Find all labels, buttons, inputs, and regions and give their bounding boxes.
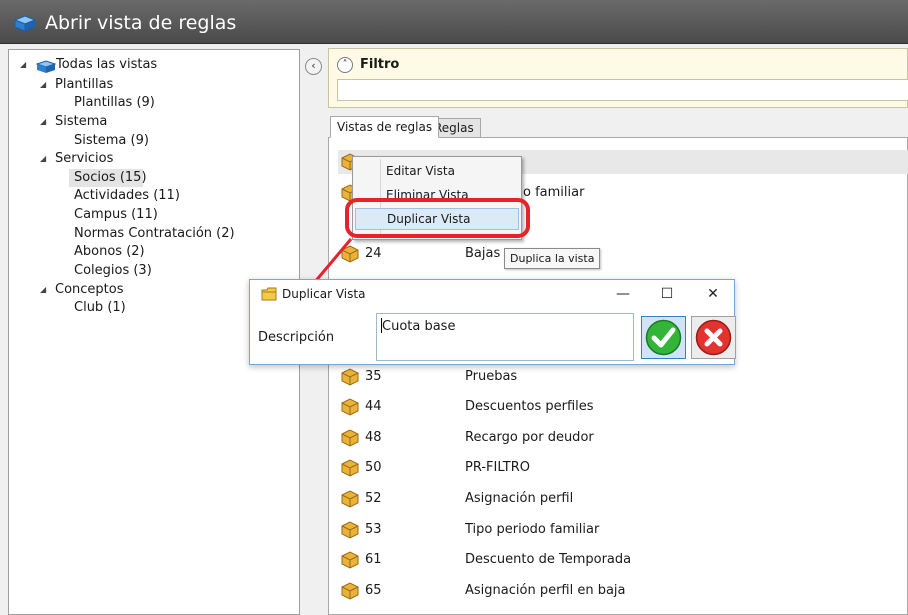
tooltip: Duplica la vista [504,248,601,269]
package-icon [341,582,359,600]
tree-item-label: Abonos (2) [74,244,145,259]
tree-group-label: Servicios [55,151,114,166]
row-name: Tipo periodo familiar [465,522,600,537]
row-id: 48 [365,430,382,445]
list-item[interactable]: 53 Tipo periodo familiar [338,518,908,542]
tree-group-sistema[interactable]: ◢ Sistema [9,113,299,131]
package-icon [341,429,359,447]
row-name: Bajas [465,246,501,261]
row-id: 52 [365,491,382,506]
expand-arrow-icon[interactable]: ◢ [40,150,46,168]
tree-group-label: Sistema [55,114,108,129]
row-id: 61 [365,552,382,567]
expand-arrow-icon[interactable]: ◢ [40,113,46,131]
list-item[interactable]: 50 PR-FILTRO [338,456,908,480]
row-name: o familiar [523,185,585,200]
row-name: Pruebas [465,369,518,384]
cube-stack-icon [14,15,36,31]
collapse-panel-button[interactable]: ‹ [305,58,322,75]
tree-item-label: Club (1) [74,300,126,315]
tree-item-label: Normas Contratación (2) [74,226,235,241]
tab-vistas-de-reglas[interactable]: Vistas de reglas [330,116,440,138]
list-item[interactable]: 61 Descuento de Temporada [338,548,908,572]
expand-arrow-icon[interactable]: ◢ [40,281,46,299]
cancel-icon [695,319,732,356]
package-icon [341,398,359,416]
annotation-highlight [345,198,530,238]
tree-item-label: Campus (11) [74,207,158,222]
filter-panel: ˄ Filtro [328,48,908,108]
row-id: 24 [365,246,382,261]
dialog-title: Duplicar Vista [282,287,366,301]
row-name: Descuentos perfiles [465,399,594,414]
list-item[interactable]: 48 Recargo por deudor [338,426,908,450]
close-button[interactable]: ✕ [700,283,726,305]
filter-label: Filtro [360,57,400,72]
check-icon [645,319,682,356]
package-icon [341,521,359,539]
chevron-up-icon: ˄ [342,59,348,70]
minimize-button[interactable]: — [610,283,636,305]
expand-arrow-icon[interactable]: ◢ [40,76,46,94]
annotation-pointer [312,238,353,284]
list-item[interactable]: 44 Descuentos perfiles [338,395,908,419]
cancel-button[interactable] [691,316,736,359]
duplicate-view-dialog: Duplicar Vista — ☐ ✕ Descripción Cuota b… [249,279,736,365]
tree-item-label: Sistema (9) [74,133,149,148]
row-name: PR-FILTRO [465,460,531,475]
description-input[interactable]: Cuota base [376,313,634,361]
tree-item-label: Plantillas (9) [74,95,155,110]
tree-group-servicios[interactable]: ◢ Servicios [9,150,299,168]
chevron-left-icon: ‹ [311,59,316,72]
row-name: Descuento de Temporada [465,552,632,567]
list-item[interactable]: 52 Asignación perfil [338,487,908,511]
tree-root-label: Todas las vistas [56,57,158,72]
package-icon [341,368,359,386]
list-item[interactable]: 35 Pruebas [338,365,908,389]
package-icon [341,459,359,477]
row-id: 44 [365,399,382,414]
tree-group-plantillas[interactable]: ◢ Plantillas [9,76,299,94]
tree-item-label: Actividades (11) [74,188,180,203]
row-name: Asignación perfil [465,491,574,506]
list-item[interactable]: 65 Asignación perfil en baja [338,579,908,603]
cube-stack-icon [36,60,56,73]
tree-item-label: Colegios (3) [74,263,152,278]
description-label: Descripción [258,330,335,345]
window-titlebar: Abrir vista de reglas [0,0,908,44]
tree-root[interactable]: ◢ Todas las vistas [9,56,299,74]
package-icon [341,490,359,508]
row-id: 53 [365,522,382,537]
expand-arrow-icon[interactable]: ◢ [20,56,26,74]
row-name: Asignación perfil en baja [465,583,626,598]
description-value: Cuota base [382,319,456,334]
tree-item-socios[interactable]: Socios (15) [69,169,147,187]
row-id: 35 [365,369,382,384]
row-name: Recargo por deudor [465,430,594,445]
tree-item-label: Socios (15) [74,170,147,185]
tree-group-label: Plantillas [55,77,114,92]
accept-button[interactable] [641,316,686,359]
folder-icon [261,287,277,301]
row-id: 50 [365,460,382,475]
tree-group-label: Conceptos [55,282,124,297]
collapse-filter-button[interactable]: ˄ [337,57,353,73]
maximize-button[interactable]: ☐ [654,283,680,305]
package-icon [341,551,359,569]
list-item[interactable]: 24 Bajas [338,242,908,266]
row-id: 65 [365,583,382,598]
window-title: Abrir vista de reglas [45,12,237,34]
filter-input[interactable] [337,79,908,101]
menu-item-editar-vista[interactable]: Editar Vista [355,160,519,182]
